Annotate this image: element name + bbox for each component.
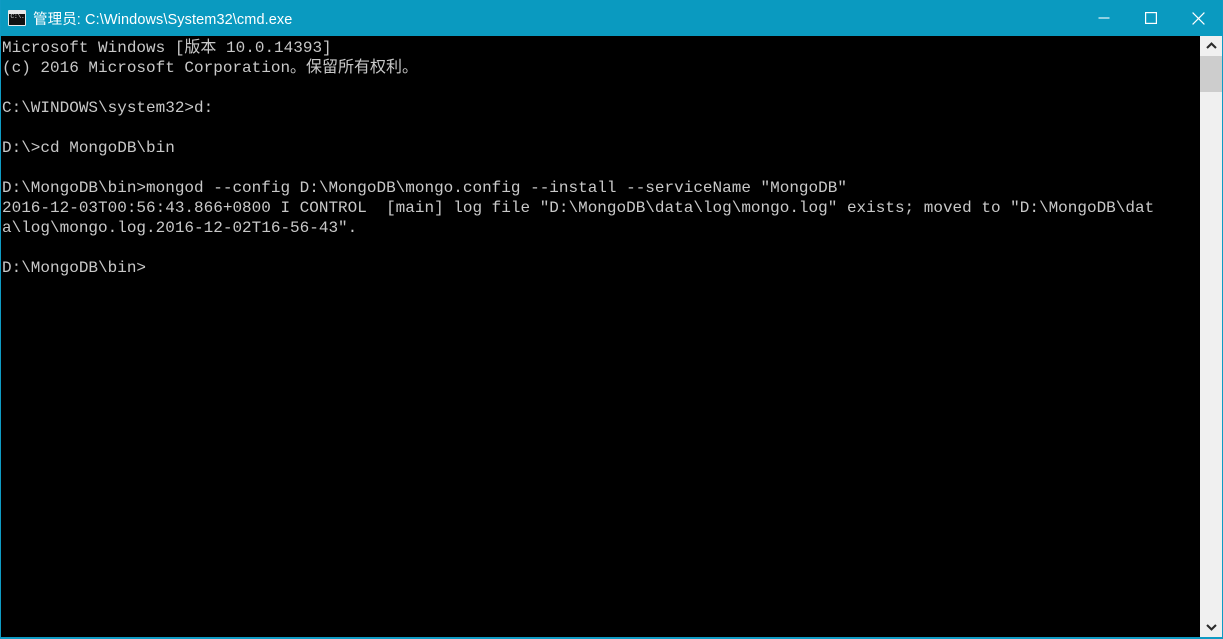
- cmd-console-icon: [8, 10, 26, 26]
- scrollbar-thumb[interactable]: [1200, 56, 1222, 92]
- close-icon: [1192, 11, 1205, 25]
- title-bar[interactable]: 管理员: C:\Windows\System32\cmd.exe: [1, 0, 1222, 36]
- console-text: Microsoft Windows [版本 10.0.14393] (c) 20…: [2, 39, 1155, 277]
- command-prompt-window: 管理员: C:\Windows\System32\cmd.exe Mi: [0, 0, 1223, 639]
- minimize-button[interactable]: [1080, 0, 1128, 36]
- vertical-scrollbar[interactable]: [1200, 36, 1222, 637]
- maximize-button[interactable]: [1128, 0, 1174, 36]
- scroll-up-button[interactable]: [1200, 36, 1222, 56]
- scrollbar-track[interactable]: [1200, 56, 1222, 617]
- console-output-area[interactable]: Microsoft Windows [版本 10.0.14393] (c) 20…: [1, 36, 1201, 637]
- window-controls: [1080, 0, 1222, 36]
- close-button[interactable]: [1174, 0, 1222, 36]
- minimize-icon: [1098, 17, 1110, 19]
- window-title: 管理员: C:\Windows\System32\cmd.exe: [33, 11, 293, 28]
- maximize-icon: [1145, 12, 1157, 24]
- chevron-up-icon: [1205, 42, 1217, 49]
- scroll-down-button[interactable]: [1200, 617, 1222, 637]
- chevron-down-icon: [1205, 624, 1217, 631]
